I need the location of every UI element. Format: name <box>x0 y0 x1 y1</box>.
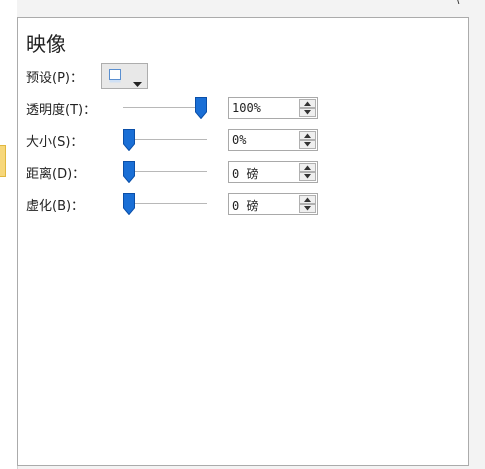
format-pane: ' \ 映像 预设(P)： 透明度(T)： 100% 大小(S)： 0% 距离(D)： 0… <box>0 0 485 469</box>
spin-up-button[interactable] <box>299 131 316 140</box>
spin-up-button[interactable] <box>299 195 316 204</box>
panel-title: 映像 <box>26 32 66 56</box>
distance-spinbox[interactable]: 0 磅 <box>228 161 318 183</box>
arrow-up-icon <box>304 101 311 106</box>
arrow-down-icon <box>304 174 311 179</box>
transparency-slider[interactable] <box>123 97 207 119</box>
arrow-down-icon <box>304 142 311 147</box>
preset-label: 预设(P)： <box>26 71 83 86</box>
left-pane-tab[interactable] <box>0 145 6 177</box>
top-glyph: ' <box>379 0 382 7</box>
transparency-spinbox[interactable]: 100% <box>228 97 318 119</box>
spin-buttons <box>299 131 316 149</box>
arrow-down-icon <box>304 110 311 115</box>
spin-down-button[interactable] <box>299 108 316 117</box>
distance-row: 距离(D)： 0 磅 <box>26 161 326 183</box>
left-pane-edge <box>0 0 18 469</box>
spin-up-button[interactable] <box>299 163 316 172</box>
spin-down-button[interactable] <box>299 172 316 181</box>
blur-slider[interactable] <box>123 193 207 215</box>
slider-track <box>123 203 207 204</box>
spin-down-button[interactable] <box>299 204 316 213</box>
reflection-preset-icon <box>108 68 122 84</box>
distance-label: 距离(D)： <box>26 167 86 182</box>
top-glyph: \ <box>456 0 460 7</box>
distance-value[interactable]: 0 磅 <box>232 165 258 182</box>
spin-buttons <box>299 163 316 181</box>
slider-thumb[interactable] <box>195 97 207 119</box>
preset-row: 预设(P)： <box>26 63 326 89</box>
preset-dropdown[interactable] <box>101 63 148 89</box>
slider-thumb[interactable] <box>123 161 135 183</box>
spin-down-button[interactable] <box>299 140 316 149</box>
size-slider[interactable] <box>123 129 207 151</box>
transparency-label: 透明度(T)： <box>26 103 97 118</box>
transparency-value[interactable]: 100% <box>232 101 261 115</box>
arrow-up-icon <box>304 197 311 202</box>
blur-label: 虚化(B)： <box>26 199 85 214</box>
size-label: 大小(S)： <box>26 135 84 150</box>
size-spinbox[interactable]: 0% <box>228 129 318 151</box>
arrow-up-icon <box>304 165 311 170</box>
chevron-down-icon <box>133 73 142 92</box>
arrow-down-icon <box>304 206 311 211</box>
arrow-up-icon <box>304 133 311 138</box>
slider-thumb[interactable] <box>123 129 135 151</box>
size-row: 大小(S)： 0% <box>26 129 326 151</box>
top-strip: ' \ <box>17 0 485 17</box>
blur-row: 虚化(B)： 0 磅 <box>26 193 326 215</box>
slider-track <box>123 171 207 172</box>
spin-buttons <box>299 195 316 213</box>
distance-slider[interactable] <box>123 161 207 183</box>
transparency-row: 透明度(T)： 100% <box>26 97 326 119</box>
spin-up-button[interactable] <box>299 99 316 108</box>
reflection-panel: 映像 预设(P)： 透明度(T)： 100% 大小(S)： 0% 距离(D)： 0 磅虚化… <box>17 17 469 466</box>
slider-thumb[interactable] <box>123 193 135 215</box>
slider-track <box>123 139 207 140</box>
spin-buttons <box>299 99 316 117</box>
size-value[interactable]: 0% <box>232 133 246 147</box>
blur-value[interactable]: 0 磅 <box>232 197 258 214</box>
blur-spinbox[interactable]: 0 磅 <box>228 193 318 215</box>
